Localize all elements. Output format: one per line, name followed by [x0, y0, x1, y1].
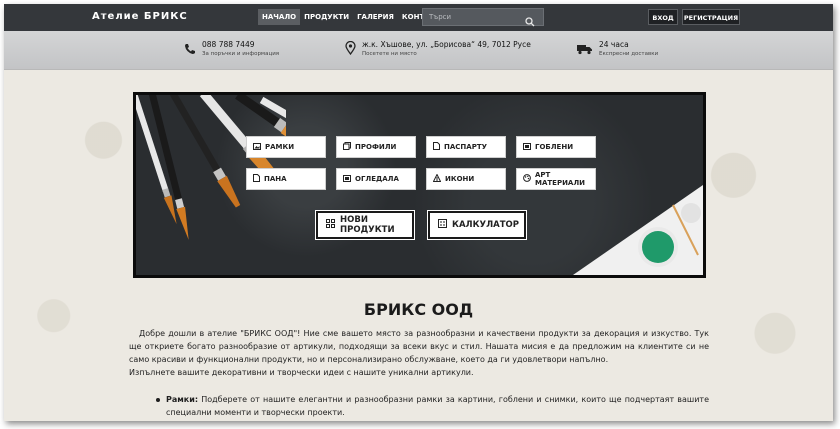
hero-panel: РАМКИ ПРОФИЛИ ПАСПАРТУ ГОБЛЕНИ ПАНА ОГЛЕ… — [133, 92, 706, 278]
top-navbar: Ателие БРИКС НАЧАЛО ПРОДУКТИ ГАЛЕРИЯ КОН… — [4, 4, 833, 31]
grid-icon — [326, 219, 335, 231]
login-button[interactable]: ВХОД — [648, 9, 678, 25]
category-frames-button[interactable]: РАМКИ — [246, 136, 326, 158]
new-products-button[interactable]: НОВИ ПРОДУКТИ — [315, 210, 415, 240]
brand-logo[interactable]: Ателие БРИКС — [92, 11, 188, 22]
intro-paragraph: Добре дошли в ателие "БРИКС ООД"! Ние см… — [129, 329, 709, 364]
category-label: ИКОНИ — [445, 175, 475, 183]
map-pin-icon — [345, 40, 356, 59]
nav-item-home[interactable]: НАЧАЛО — [258, 9, 301, 25]
category-label: РАМКИ — [265, 143, 295, 151]
category-label: АРТ МАТЕРИАЛИ — [535, 171, 586, 187]
new-products-label: НОВИ ПРОДУКТИ — [340, 215, 395, 235]
category-tapestries-button[interactable]: ГОБЛЕНИ — [516, 136, 596, 158]
delivery-title: 24 часа — [599, 40, 629, 49]
category-mirrors-button[interactable]: ОГЛЕДАЛА — [336, 168, 416, 190]
category-label: ПРОФИЛИ — [355, 143, 397, 151]
mirror-icon — [343, 174, 351, 184]
category-label: ОГЛЕДАЛА — [355, 175, 399, 183]
category-label: ГОБЛЕНИ — [535, 143, 574, 151]
phone-number[interactable]: 088 788 7449 — [202, 40, 279, 49]
phone-icon — [184, 40, 196, 59]
search-box — [422, 8, 544, 27]
phone-caption: За поръчки и информация — [202, 51, 280, 57]
browser-page: Ателие БРИКС НАЧАЛО ПРОДУКТИ ГАЛЕРИЯ КОН… — [4, 4, 833, 421]
category-passepartout-button[interactable]: ПАСПАРТУ — [426, 136, 506, 158]
category-label: ПАНА — [264, 175, 287, 183]
search-input[interactable] — [423, 9, 523, 25]
cross-icon — [432, 173, 442, 184]
info-strip: 088 788 7449 За поръчки и информация ж.к… — [4, 31, 833, 70]
page-title: БРИКС ООД — [363, 300, 474, 319]
picture-icon — [523, 142, 531, 152]
file-icon — [253, 174, 260, 184]
category-profiles-button[interactable]: ПРОФИЛИ — [336, 136, 416, 158]
truck-icon — [577, 40, 593, 59]
category-art-supplies-button[interactable]: АРТ МАТЕРИАЛИ — [516, 168, 596, 190]
nav-item-gallery[interactable]: ГАЛЕРИЯ — [353, 9, 398, 25]
image-icon — [253, 142, 261, 152]
calculator-button[interactable]: КАЛКУЛАТОР — [427, 210, 527, 240]
category-label: ПАСПАРТУ — [444, 143, 487, 151]
calculator-label: КАЛКУЛАТОР — [452, 220, 519, 230]
address-caption: Посетете ни място — [362, 51, 417, 57]
file-icon — [433, 142, 440, 152]
layers-icon — [343, 142, 351, 152]
info-address: ж.к. Хъшове, ул. „Борисова“ 49, 7012 Рус… — [345, 40, 531, 59]
intro-text: Добре дошли в ателие "БРИКС ООД"! Ние см… — [129, 327, 709, 379]
category-panels-button[interactable]: ПАНА — [246, 168, 326, 190]
info-delivery: 24 часа Експресни доставки — [577, 40, 658, 59]
search-icon[interactable] — [525, 12, 535, 31]
delivery-caption: Експресни доставки — [599, 51, 659, 57]
intro-paragraph-2: Изпълнете вашите декоративни и творчески… — [129, 368, 474, 377]
address-text: ж.к. Хъшове, ул. „Борисова“ 49, 7012 Рус… — [362, 40, 531, 49]
bullet-text: Подберете от нашите елегантни и разнообр… — [166, 395, 709, 417]
palette-icon — [523, 174, 531, 184]
palette-illustration — [573, 185, 703, 275]
calculator-icon — [438, 219, 447, 231]
list-item: Рамки: Подберете от нашите елегантни и р… — [156, 393, 709, 419]
category-icons-button[interactable]: ИКОНИ — [426, 168, 506, 190]
nav-item-products[interactable]: ПРОДУКТИ — [300, 9, 353, 25]
register-button[interactable]: РЕГИСТРАЦИЯ — [682, 9, 740, 25]
info-phone: 088 788 7449 За поръчки и информация — [184, 40, 279, 59]
bullet-term: Рамки: — [166, 395, 199, 404]
